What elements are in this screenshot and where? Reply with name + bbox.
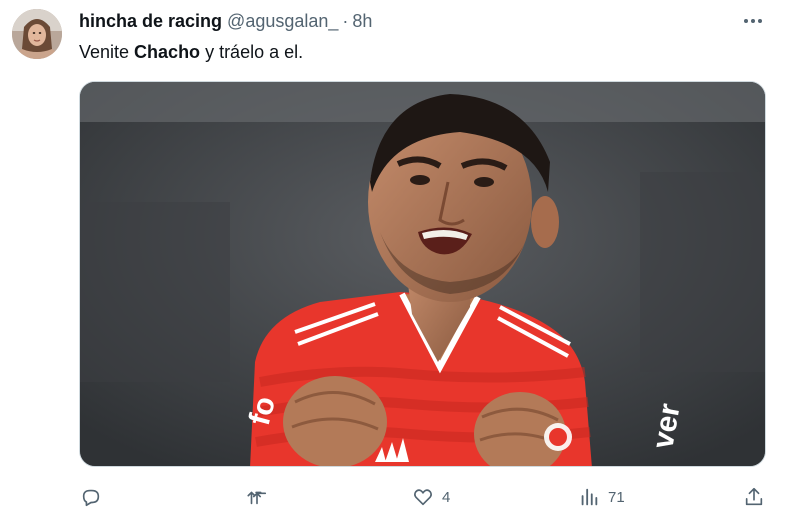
tweet-text-start: Venite <box>79 42 135 62</box>
tweet-header: hincha de racing @agusgalan_ · 8h <box>79 10 372 32</box>
tweet-actions: 4 71 <box>0 482 790 512</box>
share-icon <box>745 487 763 506</box>
timestamp[interactable]: 8h <box>352 11 372 32</box>
views-count: 71 <box>608 488 625 506</box>
reply-icon <box>82 489 100 507</box>
more-options-button[interactable] <box>740 10 766 32</box>
tweet[interactable]: hincha de racing @agusgalan_ · 8h Venite… <box>0 0 790 519</box>
retweet-button[interactable] <box>246 482 276 512</box>
like-count: 4 <box>442 488 451 506</box>
share-button[interactable] <box>743 482 765 512</box>
like-icon <box>414 489 432 506</box>
views-icon <box>581 488 598 506</box>
tweet-text: Venite Chacho y tráelo a el. <box>79 40 303 64</box>
tweet-text-bold: Chacho <box>134 42 201 62</box>
user-handle[interactable]: @agusgalan_ <box>227 11 338 32</box>
avatar[interactable] <box>12 9 62 59</box>
avatar-image <box>12 9 62 59</box>
views-button[interactable]: 71 <box>578 482 625 512</box>
reply-button[interactable] <box>80 482 110 512</box>
tweet-text-end: y tráelo a el. <box>200 42 304 62</box>
media-photo: fo ver <box>80 82 765 466</box>
separator-dot: · <box>342 10 349 31</box>
retweet-icon <box>247 491 267 505</box>
more-icon <box>744 19 748 23</box>
display-name[interactable]: hincha de racing <box>79 11 222 32</box>
tweet-media[interactable]: fo ver <box>79 81 766 467</box>
like-button[interactable]: 4 <box>412 482 450 512</box>
